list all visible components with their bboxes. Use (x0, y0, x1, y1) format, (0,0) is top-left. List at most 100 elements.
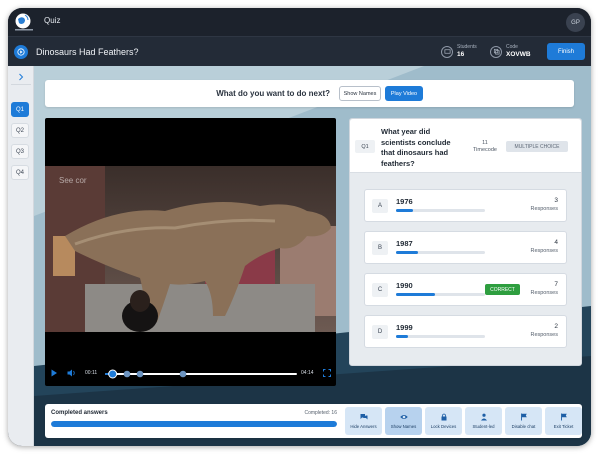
answer-option-b[interactable]: B 1987 4 Responses (364, 231, 567, 264)
answer-text: 1990 (396, 281, 413, 290)
question-text: What year did scientists conclude that d… (381, 127, 451, 168)
top-bar: Quiz GP (8, 8, 591, 36)
completed-count: Completed: 16 (304, 410, 337, 416)
students-icon (441, 45, 453, 58)
chat-icon (360, 414, 367, 420)
volume-icon[interactable] (67, 369, 76, 377)
video-controls: 00:11 04:14 (45, 364, 336, 384)
show-names-button[interactable]: Show Names (339, 86, 381, 101)
sidebar-item-q4[interactable]: Q4 (11, 165, 29, 180)
duration: 04:14 (301, 370, 314, 376)
completion-progress-bar (51, 421, 337, 427)
quiz-header: Dinosaurs Had Feathers? Students 16 Code… (8, 36, 591, 66)
response-count-value: 2 (554, 323, 558, 330)
answer-text: 1987 (396, 239, 413, 248)
question-type-badge: MULTIPLE CHOICE (506, 141, 568, 152)
student-led-button[interactable]: Student-led (465, 407, 502, 435)
correct-badge: CORRECT (485, 284, 520, 295)
answer-response-bar (396, 251, 485, 254)
tool-label: Show Names (390, 424, 417, 429)
app-title: Quiz (44, 16, 61, 25)
flag-icon (560, 413, 567, 421)
answer-response-bar (396, 335, 485, 338)
quiz-title: Dinosaurs Had Feathers? (36, 47, 139, 57)
answer-text: 1976 (396, 197, 413, 206)
answer-letter: A (372, 199, 388, 213)
answer-letter: D (372, 325, 388, 339)
user-avatar[interactable]: GP (566, 13, 585, 32)
code-value: XOVWB (506, 51, 531, 58)
students-label: Students (457, 44, 477, 50)
video-scrubber[interactable] (105, 369, 297, 379)
code-icon (490, 45, 502, 58)
question-sidebar: Q1 Q2 Q3 Q4 (8, 66, 34, 446)
question-header: Q1 What year did scientists conclude tha… (350, 119, 581, 173)
response-count-label: Responses (530, 332, 558, 338)
eye-icon (399, 415, 408, 419)
response-count-label: Responses (530, 248, 558, 254)
video-frame-dinosaur (45, 166, 336, 332)
tool-label: Exit Ticket (553, 424, 574, 429)
code-label: Code (506, 44, 518, 50)
completed-answers-label: Completed answers (51, 410, 108, 416)
current-time: 00:11 (85, 370, 98, 376)
tool-label: Disable chat (511, 424, 536, 429)
answer-option-c[interactable]: C 1990 CORRECT 7 Responses (364, 273, 567, 306)
timecode-label: Timecode (473, 147, 497, 153)
answer-response-fill (396, 335, 408, 338)
sidebar-toggle[interactable] (11, 70, 31, 85)
code-stat: Code XOVWB (490, 44, 531, 59)
question-number: Q1 (355, 140, 375, 153)
video-watermark: See cor (59, 176, 87, 185)
answer-letter: C (372, 283, 388, 297)
question-panel: Q1 What year did scientists conclude tha… (349, 118, 582, 366)
timecode-value: 11 (482, 140, 488, 146)
flag-icon (520, 413, 527, 421)
answer-option-d[interactable]: D 1999 2 Responses (364, 315, 567, 348)
finish-button[interactable]: Finish (547, 43, 585, 60)
app-window: Quiz GP Dinosaurs Had Feathers? Students… (8, 8, 591, 446)
answer-response-count: 3 Responses (530, 196, 558, 214)
discovery-education-logo[interactable] (12, 11, 38, 33)
completion-toolbar: Completed answers Completed: 16 Hide Ans… (45, 404, 582, 438)
hide-answers-button[interactable]: Hide Answers (345, 407, 382, 435)
answer-response-fill (396, 251, 419, 254)
answer-response-bar (396, 209, 485, 212)
disable-chat-button[interactable]: Disable chat (505, 407, 542, 435)
exit-ticket-button[interactable]: Exit Ticket (545, 407, 582, 435)
answer-letter: B (372, 241, 388, 255)
answer-response-bar (396, 293, 485, 296)
answer-option-a[interactable]: A 1976 3 Responses (364, 189, 567, 222)
play-video-button[interactable]: Play Video (385, 86, 423, 101)
response-count-label: Responses (530, 290, 558, 296)
answer-response-fill (396, 293, 436, 296)
sidebar-item-q2[interactable]: Q2 (11, 123, 29, 138)
next-action-prompt: What do you want to do next? (216, 89, 330, 98)
response-count-value: 7 (554, 281, 558, 288)
answer-response-fill (396, 209, 413, 212)
response-count-value: 4 (554, 239, 558, 246)
answer-response-count: 7 Responses (530, 280, 558, 298)
response-count-label: Responses (530, 206, 558, 212)
quiz-play-icon (14, 45, 28, 59)
lock-icon (441, 413, 446, 421)
play-icon[interactable] (50, 369, 58, 377)
answer-response-count: 4 Responses (530, 238, 558, 256)
fullscreen-icon[interactable] (323, 369, 331, 377)
sidebar-item-q3[interactable]: Q3 (11, 144, 29, 159)
chevron-right-icon (19, 73, 24, 81)
sidebar-item-q1[interactable]: Q1 (11, 102, 29, 117)
main-content: What do you want to do next? Show Names … (34, 66, 591, 446)
student-icon (480, 413, 487, 421)
next-action-bar: What do you want to do next? Show Names … (45, 80, 574, 107)
students-value: 16 (457, 51, 465, 58)
tool-label: Lock Devices (430, 424, 457, 429)
tool-label: Hide Answers (350, 424, 377, 429)
question-timecode[interactable]: 11 Timecode (472, 140, 498, 154)
lock-devices-button[interactable]: Lock Devices (425, 407, 462, 435)
completion-progress-fill (51, 421, 337, 427)
video-player[interactable]: See cor 00:11 04:14 (45, 118, 336, 386)
students-stat: Students 16 (441, 44, 477, 59)
answer-text: 1999 (396, 323, 413, 332)
show-names-tool-button[interactable]: Show Names (385, 407, 422, 435)
